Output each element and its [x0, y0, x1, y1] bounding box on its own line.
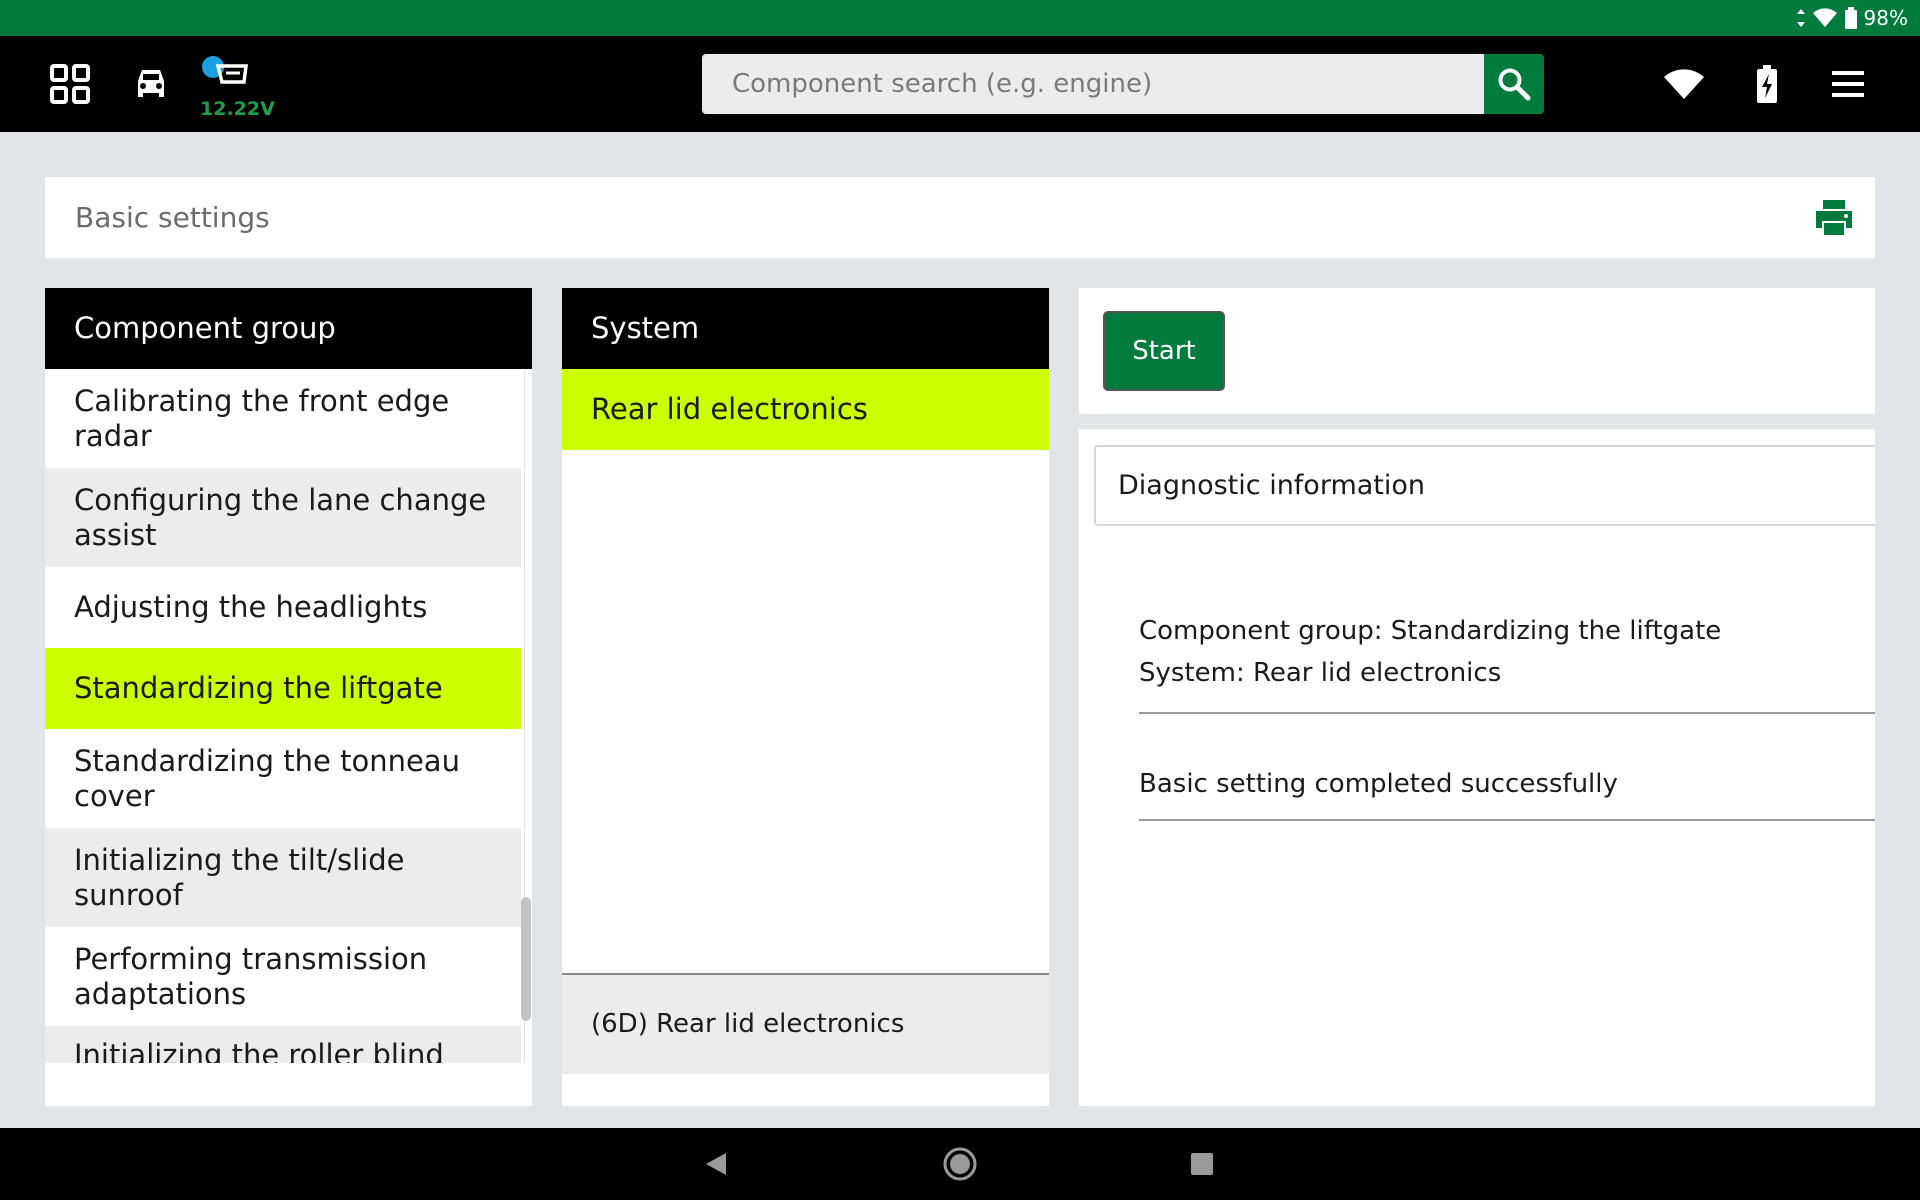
page-title: Basic settings [75, 201, 270, 234]
battery-status-icon [1844, 7, 1858, 29]
diagnostic-info-block: Component group: Standardizing the liftg… [1139, 610, 1875, 714]
system-control-unit: (6D) Rear lid electronics [562, 973, 1049, 1074]
list-item[interactable]: Configuring the lane change assist [45, 468, 521, 567]
recents-icon[interactable] [1182, 1146, 1222, 1182]
diagnostic-panel: Diagnostic information Component group: … [1079, 429, 1875, 1106]
search-icon [1498, 68, 1531, 101]
back-icon[interactable] [696, 1146, 736, 1182]
system-item-rear-lid[interactable]: Rear lid electronics [562, 369, 1049, 450]
system-panel: System Rear lid electronics (6D) Rear li… [562, 288, 1049, 1106]
component-group-list-inner: controlCalibrating the front edge radarC… [45, 369, 521, 1063]
start-button[interactable]: Start [1103, 311, 1225, 391]
component-search-input[interactable] [702, 54, 1484, 114]
car-icon[interactable] [128, 62, 174, 106]
system-header: System [562, 288, 1049, 369]
info-system: System: Rear lid electronics [1139, 658, 1502, 688]
list-item-label: Standardizing the tonneau cover [74, 743, 460, 813]
list-item[interactable]: Initializing the tilt/slide sunroof [45, 828, 521, 927]
data-arrows-icon [1796, 8, 1806, 28]
scrollbar-thumb[interactable] [521, 897, 531, 1021]
component-group-header: Component group [45, 288, 532, 369]
list-item-label: Standardizing the liftgate [74, 671, 443, 705]
vci-adapter-icon[interactable]: 12.22V [196, 50, 275, 120]
component-group-list[interactable]: controlCalibrating the front edge radarC… [45, 369, 521, 1063]
list-item-label: Initializing the tilt/slide sunroof [74, 842, 405, 912]
apps-grid-icon[interactable] [48, 62, 92, 106]
list-item-label: Adjusting the headlights [74, 590, 428, 624]
list-item-selected[interactable]: Standardizing the liftgate [45, 648, 521, 729]
search-box [702, 54, 1484, 114]
status-bar: 98% [0, 0, 1920, 36]
list-item[interactable]: Adjusting the headlights [45, 567, 521, 648]
list-item[interactable]: Calibrating the front edge radar [45, 369, 521, 468]
list-item-label: Performing transmission adaptations [74, 941, 428, 1011]
search-button[interactable] [1484, 54, 1544, 114]
result-message: Basic setting completed successfully [1139, 754, 1875, 821]
status-icons: 98% [1796, 4, 1908, 32]
component-group-panel: Component group controlCalibrating the f… [45, 288, 532, 1106]
diagnostic-information-header[interactable]: Diagnostic information [1094, 445, 1875, 526]
app-bar: 12.22V [0, 36, 1920, 132]
list-item[interactable]: Performing transmission adaptations [45, 927, 521, 1026]
wifi-status-icon [1812, 8, 1838, 28]
navigation-bar [0, 1128, 1920, 1200]
start-panel: Start [1079, 288, 1875, 414]
battery-charging-icon[interactable] [1750, 62, 1784, 106]
list-item-label: Configuring the lane change assist [74, 482, 487, 552]
list-item[interactable]: Standardizing the tonneau cover [45, 729, 521, 828]
battery-level: 98% [1863, 6, 1908, 30]
title-panel: Basic settings [45, 177, 1875, 258]
info-component-group: Component group: Standardizing the liftg… [1139, 616, 1722, 646]
wifi-icon[interactable] [1660, 64, 1708, 104]
home-icon[interactable] [940, 1146, 980, 1182]
list-item[interactable]: Initializing the roller blind [45, 1026, 521, 1063]
list-item-label: Calibrating the front edge radar [74, 383, 450, 453]
voltage-readout: 12.22V [200, 98, 275, 120]
menu-icon[interactable] [1828, 66, 1868, 102]
detail-panel: Start Diagnostic information Component g… [1079, 288, 1875, 1106]
print-icon[interactable] [1813, 197, 1855, 239]
list-item-label: Initializing the roller blind [74, 1038, 444, 1063]
